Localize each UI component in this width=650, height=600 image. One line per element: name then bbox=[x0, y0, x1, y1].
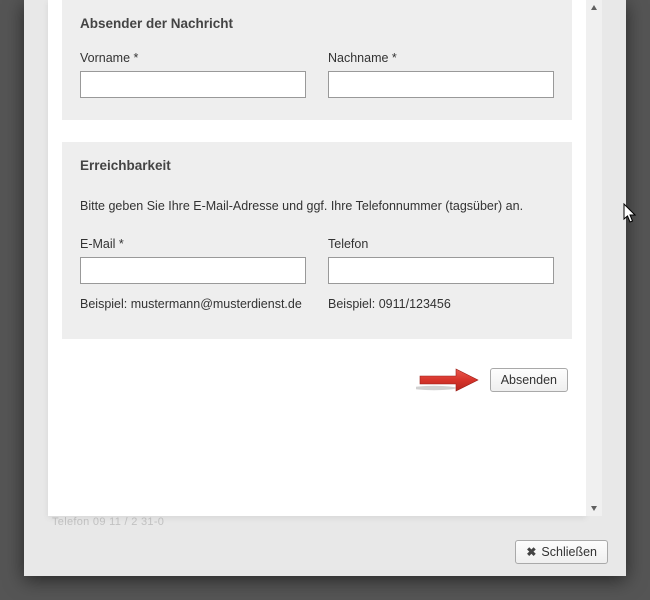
background-phone-text: Telefon 09 11 / 2 31-0 bbox=[52, 516, 164, 528]
email-hint: Beispiel: mustermann@musterdienst.de bbox=[80, 292, 306, 317]
form-panel: Absender der Nachricht Vorname * Nachnam… bbox=[48, 0, 586, 516]
sender-section: Absender der Nachricht Vorname * Nachnam… bbox=[62, 0, 572, 120]
close-icon: ✖ bbox=[526, 545, 536, 559]
submit-button[interactable]: Absenden bbox=[490, 368, 568, 392]
close-button-label: Schließen bbox=[541, 545, 597, 559]
phone-label: Telefon bbox=[328, 237, 554, 251]
email-field: E-Mail * Beispiel: mustermann@musterdien… bbox=[80, 237, 306, 317]
modal-container: Telefon 09 11 / 2 31-0 ✖ Schließen Absen… bbox=[24, 0, 626, 576]
phone-hint: Beispiel: 0911/123456 bbox=[328, 292, 554, 317]
highlight-arrow-icon bbox=[416, 365, 482, 395]
lastname-field: Nachname * bbox=[328, 51, 554, 98]
submit-button-label: Absenden bbox=[501, 373, 557, 387]
email-input[interactable] bbox=[80, 257, 306, 284]
scrollbar-track[interactable] bbox=[586, 0, 602, 500]
scrollbar-down-icon[interactable] bbox=[586, 500, 602, 516]
email-label: E-Mail * bbox=[80, 237, 306, 251]
phone-field: Telefon Beispiel: 0911/123456 bbox=[328, 237, 554, 317]
contact-section-description: Bitte geben Sie Ihre E-Mail-Adresse und … bbox=[80, 193, 554, 219]
scrollbar-up-icon[interactable] bbox=[586, 0, 602, 16]
lastname-input[interactable] bbox=[328, 71, 554, 98]
lastname-label: Nachname * bbox=[328, 51, 554, 65]
sender-section-title: Absender der Nachricht bbox=[80, 16, 554, 31]
submit-row: Absenden bbox=[62, 361, 572, 395]
close-button[interactable]: ✖ Schließen bbox=[515, 540, 608, 564]
firstname-label: Vorname * bbox=[80, 51, 306, 65]
contact-section: Erreichbarkeit Bitte geben Sie Ihre E-Ma… bbox=[62, 142, 572, 339]
firstname-field: Vorname * bbox=[80, 51, 306, 98]
firstname-input[interactable] bbox=[80, 71, 306, 98]
contact-section-title: Erreichbarkeit bbox=[80, 158, 554, 173]
phone-input[interactable] bbox=[328, 257, 554, 284]
